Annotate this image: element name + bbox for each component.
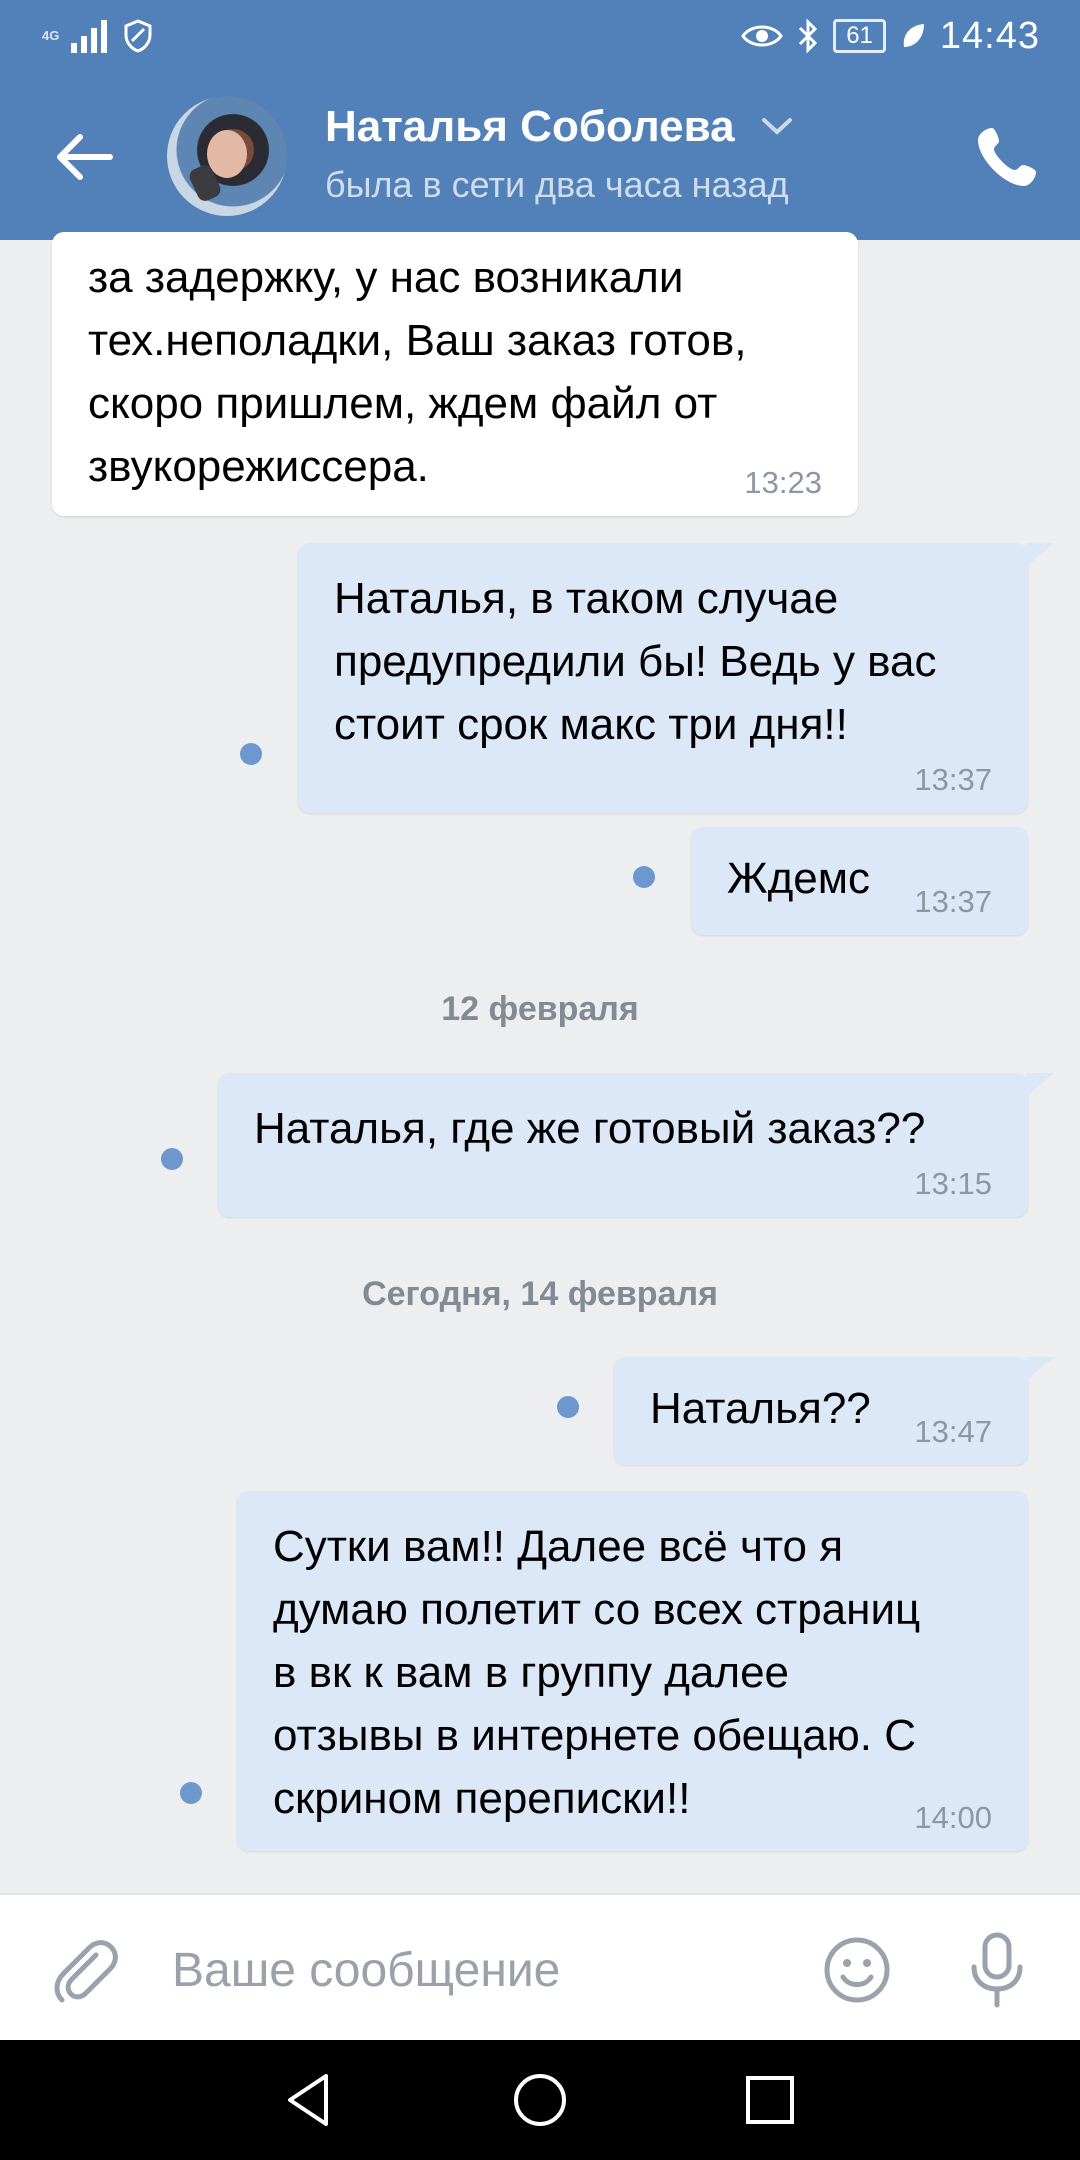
date-separator: 12 февраля (441, 990, 639, 1028)
bubble-tail (1026, 543, 1054, 567)
leaf-icon (903, 24, 924, 47)
nav-home-icon[interactable] (510, 2070, 570, 2130)
chevron-down-icon[interactable] (760, 114, 794, 138)
back-arrow-icon[interactable] (50, 122, 120, 192)
status-right: 61 14:43 (741, 12, 1040, 60)
message-bubble-outgoing[interactable]: Наталья, в таком случае предупредили бы!… (298, 543, 1028, 813)
unread-indicator (161, 1148, 183, 1170)
message-time: 13:47 (914, 1414, 992, 1449)
vpn-shield-icon (124, 19, 152, 53)
status-bar: 4G 61 14:43 (0, 0, 1080, 72)
bluetooth-icon (799, 19, 818, 53)
phone-icon[interactable] (972, 120, 1044, 192)
nav-back-icon[interactable] (280, 2070, 340, 2130)
message-bubble-outgoing[interactable]: Наталья?? 13:47 (614, 1357, 1028, 1465)
avatar[interactable] (167, 96, 287, 216)
message-text: Сутки вам!! Далее всё что я думаю полети… (273, 1522, 921, 1823)
system-navigation-bar (0, 2040, 1080, 2160)
message-bubble-outgoing[interactable]: Сутки вам!! Далее всё что я думаю полети… (237, 1491, 1028, 1851)
message-time: 13:15 (914, 1166, 992, 1201)
message-composer (0, 1893, 1080, 2042)
message-bubble-outgoing[interactable]: Ждемс 13:37 (691, 827, 1028, 935)
unread-indicator (557, 1396, 579, 1418)
message-bubble-outgoing[interactable]: Наталья, где же готовый заказ?? 13:15 (218, 1073, 1028, 1217)
signal-icon (71, 20, 108, 53)
message-text: Наталья, в таком случае предупредили бы!… (334, 574, 937, 749)
nav-recent-apps-icon[interactable] (740, 2070, 800, 2130)
bubble-tail (1026, 1073, 1054, 1097)
contact-status: была в сети два часа назад (325, 164, 789, 205)
message-time: 13:37 (914, 884, 992, 919)
clock: 14:43 (939, 14, 1040, 57)
message-bubble-incoming[interactable]: за задержку, у нас возникали тех.неполад… (52, 232, 858, 516)
emoji-smile-icon[interactable] (822, 1935, 892, 2005)
chat-header: Наталья Соболева была в сети два часа на… (0, 72, 1080, 240)
status-left: 4G (42, 14, 153, 58)
microphone-icon[interactable] (962, 1931, 1032, 2009)
eye-icon (741, 25, 784, 47)
bubble-tail (1026, 1357, 1054, 1381)
paperclip-icon[interactable] (50, 1935, 120, 2005)
message-time: 14:00 (914, 1800, 992, 1835)
unread-indicator (240, 743, 262, 765)
contact-name[interactable]: Наталья Соболева (325, 102, 735, 152)
message-input[interactable] (170, 1933, 794, 2007)
battery-icon: 61 (833, 19, 886, 53)
message-time: 13:23 (744, 465, 822, 500)
message-text: Наталья, где же готовый заказ?? (254, 1104, 926, 1153)
message-text: за задержку, у нас возникали тех.неполад… (88, 253, 747, 491)
unread-indicator (633, 866, 655, 888)
network-type: 4G (42, 28, 60, 43)
message-time: 13:37 (914, 762, 992, 797)
unread-indicator (180, 1782, 202, 1804)
date-separator: Сегодня, 14 февраля (362, 1275, 718, 1313)
